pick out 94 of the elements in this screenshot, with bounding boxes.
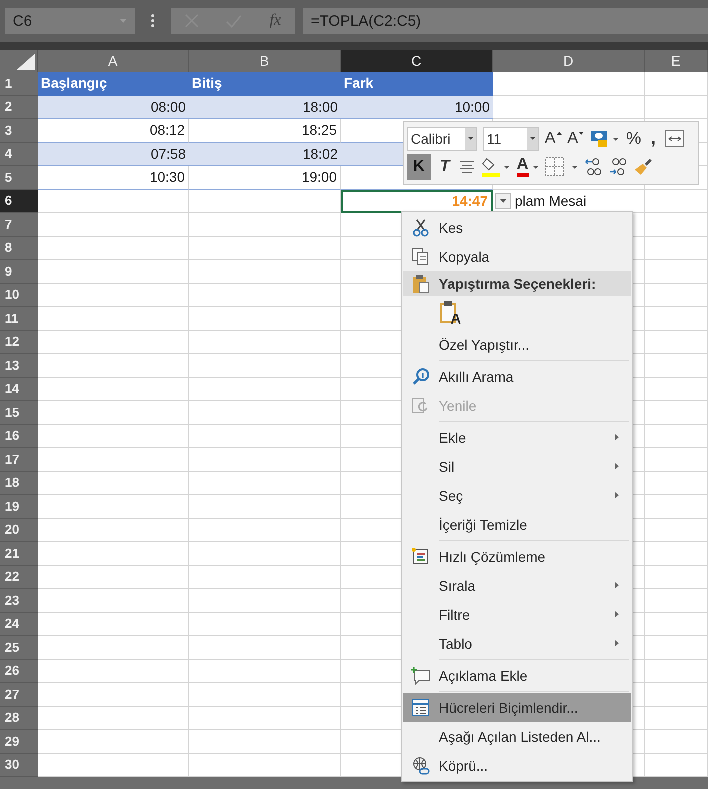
- row-header[interactable]: 22: [0, 566, 38, 589]
- table-header-cell: Fark: [341, 72, 493, 96]
- menu-item[interactable]: Filtre: [403, 600, 631, 629]
- row-header[interactable]: 8: [0, 236, 38, 260]
- insert-function-button[interactable]: fx: [270, 12, 282, 30]
- font-color-button[interactable]: A: [517, 157, 539, 177]
- table-header-cell: Başlangıç: [38, 72, 189, 96]
- submenu-arrow-icon: [615, 582, 619, 589]
- menu-item[interactable]: Seç: [403, 481, 631, 510]
- table-header-cell: Bitiş: [189, 72, 341, 96]
- fill-color-icon[interactable]: [481, 156, 511, 178]
- bold-button[interactable]: K: [407, 154, 431, 180]
- clipboard-icon: [412, 274, 430, 294]
- up-arrow-icon: [556, 132, 562, 134]
- drag-handle-icon[interactable]: [151, 14, 155, 28]
- font-size-dropdown[interactable]: 11: [483, 126, 539, 150]
- table-cell: 07:58: [38, 142, 189, 166]
- italic-button[interactable]: T: [437, 158, 453, 176]
- paintbrush-icon[interactable]: [632, 158, 653, 176]
- decrease-decimal-icon[interactable]: [608, 157, 627, 177]
- submenu-arrow-icon: [615, 640, 619, 647]
- table-cell: 18:25: [189, 119, 341, 142]
- row-header[interactable]: 24: [0, 612, 38, 636]
- increase-font-button[interactable]: A: [545, 130, 562, 148]
- row-header[interactable]: 18: [0, 472, 38, 495]
- formula-field[interactable]: =TOPLA(C2:C5): [303, 8, 708, 34]
- refresh-icon: [412, 396, 430, 414]
- menu-item[interactable]: Kes: [403, 213, 631, 242]
- table-cell: 08:00: [38, 96, 189, 119]
- caret-icon: [468, 137, 474, 140]
- row-header[interactable]: 14: [0, 378, 38, 401]
- caret-icon: [500, 198, 506, 202]
- menu-item[interactable]: Özel Yapıştır...: [403, 330, 631, 359]
- percent-button[interactable]: %: [626, 128, 642, 148]
- font-dropdown[interactable]: Calibri: [407, 126, 477, 150]
- decrease-font-button[interactable]: A: [568, 130, 584, 148]
- submenu-arrow-icon: [615, 434, 619, 441]
- row-header[interactable]: 6: [0, 190, 38, 213]
- table-cell: [645, 190, 708, 213]
- menu-item[interactable]: Açıklama Ekle: [403, 661, 631, 690]
- menu-item[interactable]: Aşağı Açılan Listeden Al...: [403, 722, 631, 751]
- quick-analysis-icon: [412, 548, 430, 566]
- triangle-icon: [17, 54, 35, 70]
- row-header[interactable]: 2: [0, 96, 38, 119]
- down-arrow-icon: [579, 132, 584, 134]
- align-center-icon[interactable]: [459, 161, 475, 173]
- row-header[interactable]: 4: [0, 142, 38, 166]
- table-header-cell: [645, 72, 708, 96]
- menu-item[interactable]: Köprü...: [403, 751, 631, 780]
- search-icon: [412, 368, 430, 386]
- menu-item[interactable]: Sil: [403, 452, 631, 481]
- comma-button[interactable]: ,: [647, 128, 660, 149]
- menu-item[interactable]: Hızlı Çözümleme: [403, 542, 631, 571]
- menu-item[interactable]: Hücreleri Biçimlendir...: [403, 693, 631, 722]
- table-cell: 18:00: [189, 96, 341, 119]
- submenu-arrow-icon: [615, 492, 619, 499]
- submenu-arrow-icon: [615, 611, 619, 618]
- table-cell: 18:02: [189, 142, 341, 166]
- menu-section-title: Yapıştırma Seçenekleri:: [439, 276, 596, 292]
- row-header[interactable]: 30: [0, 754, 38, 777]
- format-cells-icon: [412, 698, 430, 716]
- table-cell: 08:12: [38, 119, 189, 142]
- menu-item[interactable]: Akıllı Arama: [403, 362, 631, 391]
- row-header[interactable]: 20: [0, 518, 38, 542]
- column-header[interactable]: C: [341, 50, 493, 72]
- table-cell: 19:00: [189, 166, 341, 190]
- menu-item[interactable]: Sırala: [403, 571, 631, 600]
- dropdown-button[interactable]: [495, 192, 511, 208]
- increase-decimal-icon[interactable]: [584, 157, 603, 177]
- row-header[interactable]: 16: [0, 424, 38, 448]
- row-header[interactable]: 28: [0, 706, 38, 730]
- table-cell: [645, 96, 708, 119]
- copy-icon: [412, 248, 430, 266]
- table-cell: 14:47: [341, 190, 493, 213]
- table-cell: 10:00: [341, 96, 493, 119]
- globe-link-icon: [412, 756, 430, 774]
- menu-item[interactable]: Kopyala: [403, 242, 631, 271]
- merge-cells-icon[interactable]: [665, 130, 686, 148]
- borders-icon[interactable]: [544, 157, 579, 177]
- comment-icon: [411, 666, 431, 684]
- menu-item[interactable]: Tablo: [403, 629, 631, 658]
- name-box[interactable]: C6: [5, 8, 135, 34]
- submenu-arrow-icon: [615, 463, 619, 470]
- number-format-icon[interactable]: [590, 130, 620, 148]
- menu-item[interactable]: İçeriği Temizle: [403, 510, 631, 539]
- paste-values-icon[interactable]: [439, 300, 463, 326]
- row-header[interactable]: 26: [0, 660, 38, 683]
- scissors-icon: [413, 218, 429, 236]
- table-cell: 10:30: [38, 166, 189, 190]
- row-header[interactable]: 10: [0, 284, 38, 307]
- caret-icon: [532, 166, 539, 168]
- row-header[interactable]: 12: [0, 330, 38, 354]
- menu-item[interactable]: Ekle: [403, 423, 631, 452]
- caret-icon: [530, 137, 536, 140]
